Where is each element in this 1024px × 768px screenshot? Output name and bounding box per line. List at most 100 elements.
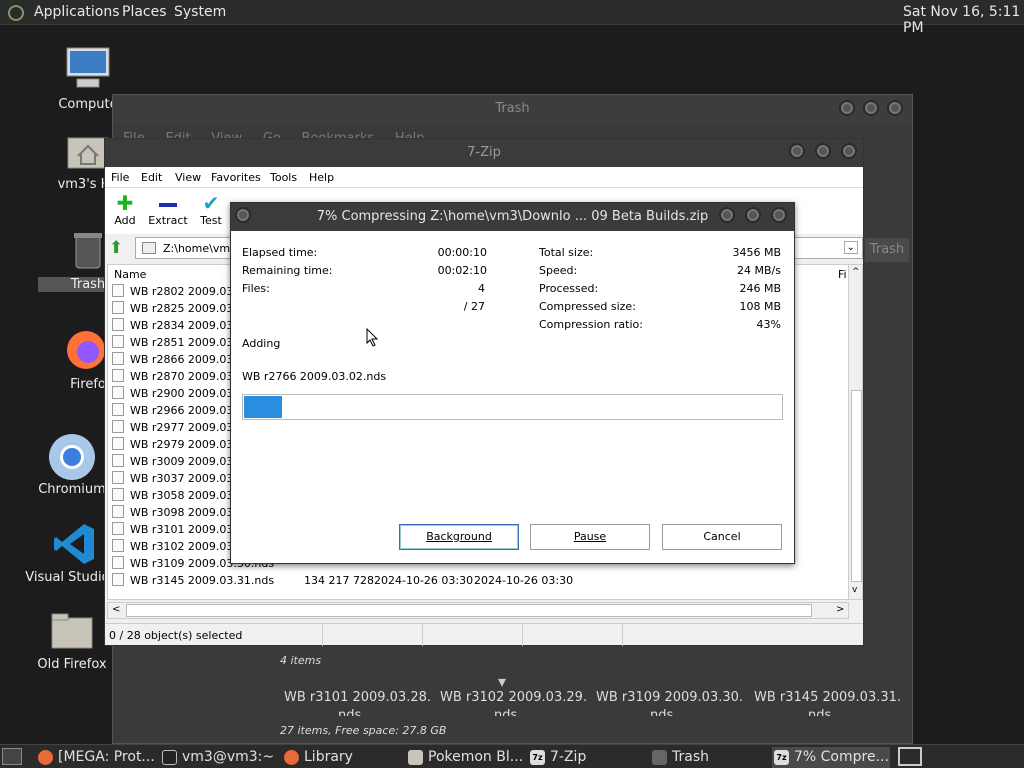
computer-icon bbox=[66, 47, 110, 88]
progress-bar bbox=[242, 394, 783, 420]
status-cell bbox=[523, 624, 623, 646]
column-right[interactable]: Fi bbox=[838, 268, 847, 281]
ratio-label: Compression ratio: bbox=[539, 318, 643, 331]
maximize-button[interactable] bbox=[815, 143, 831, 159]
task-library[interactable]: Library bbox=[282, 747, 392, 768]
minimize-button[interactable] bbox=[789, 143, 805, 159]
menu-help[interactable]: Help bbox=[309, 171, 334, 184]
progress-dialog: 7% Compressing Z:\home\vm3\Downlo ... 09… bbox=[230, 202, 795, 564]
file-icon bbox=[112, 335, 124, 348]
zip-title-bar[interactable]: 7-Zip bbox=[105, 139, 863, 167]
file-icon bbox=[112, 352, 124, 365]
task-trash[interactable]: Trash bbox=[650, 747, 762, 768]
remaining-label: Remaining time: bbox=[242, 264, 333, 277]
total-size-label: Total size: bbox=[539, 246, 594, 259]
row-modified: 2024-10-26 03:30 bbox=[374, 574, 474, 587]
table-row[interactable]: WB r3145 2009.03.31.nds bbox=[112, 573, 274, 590]
trash-title-bar[interactable]: Trash bbox=[113, 95, 912, 123]
7zip-icon: 7z bbox=[530, 750, 545, 765]
column-name[interactable]: Name bbox=[114, 268, 146, 281]
task-terminal[interactable]: vm3@vm3:~ bbox=[160, 747, 274, 768]
show-desktop-icon[interactable] bbox=[2, 748, 22, 765]
menu-places[interactable]: Places bbox=[122, 4, 167, 20]
menu-applications[interactable]: Applications bbox=[34, 4, 120, 20]
distro-logo-icon[interactable] bbox=[8, 5, 24, 21]
add-button[interactable]: ✚ Add bbox=[103, 192, 147, 227]
dialog-title: 7% Compressing Z:\home\vm3\Downlo ... 09… bbox=[316, 209, 709, 224]
file-icon bbox=[112, 369, 124, 382]
file-icon bbox=[112, 386, 124, 399]
check-icon: ✔ bbox=[202, 191, 220, 215]
terminal-icon bbox=[162, 750, 177, 765]
file-name: WB r3145 2009.03.31.nds bbox=[130, 574, 275, 587]
close-button[interactable] bbox=[771, 207, 787, 223]
menu-system[interactable]: System bbox=[174, 4, 226, 20]
menu-favorites[interactable]: Favorites bbox=[211, 171, 261, 184]
chevron-down-icon[interactable]: ⌄ bbox=[843, 241, 858, 254]
menu-tools[interactable]: Tools bbox=[270, 171, 297, 184]
minimize-button[interactable] bbox=[839, 100, 855, 116]
close-button[interactable] bbox=[887, 100, 903, 116]
trash-icon bbox=[652, 750, 667, 765]
trash-location-button[interactable]: Trash bbox=[865, 238, 909, 262]
chevron-left-icon[interactable]: < bbox=[112, 604, 120, 615]
task-progress[interactable]: 7z 7% Compre... bbox=[772, 747, 890, 768]
window-menu-button[interactable] bbox=[235, 207, 251, 223]
row-size: 134 217 728 bbox=[304, 574, 374, 587]
pause-button[interactable]: Pause bbox=[530, 524, 650, 550]
trash-item-1[interactable]: WB r3101 2009.03.28. bbox=[284, 690, 431, 705]
horizontal-scrollbar[interactable]: < > bbox=[107, 602, 849, 619]
menu-view[interactable]: View bbox=[175, 171, 201, 184]
file-icon bbox=[112, 301, 124, 314]
maximize-button[interactable] bbox=[863, 100, 879, 116]
chevron-up-icon[interactable]: ^ bbox=[852, 267, 860, 277]
file-icon bbox=[112, 522, 124, 535]
row-created: 2024-10-26 03:30 bbox=[474, 574, 574, 587]
chevron-down-icon[interactable]: v bbox=[852, 585, 857, 595]
trash-item-2[interactable]: WB r3102 2009.03.29. bbox=[440, 690, 587, 705]
extract-button[interactable]: Extract bbox=[146, 192, 190, 227]
cancel-button[interactable]: Cancel bbox=[662, 524, 782, 550]
minimize-button[interactable] bbox=[719, 207, 735, 223]
scroll-thumb[interactable] bbox=[851, 390, 862, 582]
task-pokemon[interactable]: Pokemon Bl... bbox=[406, 747, 523, 768]
menu-file[interactable]: File bbox=[111, 171, 129, 184]
trash-item-4[interactable]: WB r3145 2009.03.31. bbox=[754, 690, 901, 705]
background-button[interactable]: Background bbox=[399, 524, 519, 550]
zip-menubar: File Edit View Favorites Tools Help bbox=[105, 167, 863, 188]
file-icon bbox=[112, 539, 124, 552]
menu-edit[interactable]: Edit bbox=[141, 171, 162, 184]
total-size-value: 3456 MB bbox=[732, 246, 781, 259]
chevron-right-icon[interactable]: > bbox=[836, 604, 844, 615]
address-text: Z:\home\vm3 bbox=[163, 242, 238, 255]
files-label: Files: bbox=[242, 282, 270, 295]
workspace-switcher[interactable] bbox=[898, 747, 922, 766]
task-mega[interactable]: [MEGA: Prot... bbox=[36, 747, 155, 768]
status-cell bbox=[423, 624, 523, 646]
plus-icon: ✚ bbox=[116, 191, 134, 215]
up-arrow-icon[interactable]: ⬆ bbox=[109, 238, 123, 258]
vscode-icon bbox=[54, 524, 94, 564]
files-total: / 27 bbox=[463, 300, 485, 313]
firefox-icon bbox=[67, 331, 105, 369]
vertical-scrollbar[interactable]: ^ v bbox=[848, 265, 862, 599]
files-value: 4 bbox=[478, 282, 485, 295]
speed-label: Speed: bbox=[539, 264, 578, 277]
test-button[interactable]: ✔ Test bbox=[189, 192, 233, 227]
trash-item-2-ext: nds bbox=[494, 708, 518, 716]
folder-icon bbox=[142, 242, 156, 254]
file-icon bbox=[112, 437, 124, 450]
trash-item-3[interactable]: WB r3109 2009.03.30. bbox=[596, 690, 743, 705]
firefox-icon bbox=[284, 750, 299, 765]
clock[interactable]: Sat Nov 16, 5:11 PM bbox=[903, 4, 1024, 36]
status-bar: 0 / 28 object(s) selected bbox=[105, 623, 863, 646]
maximize-button[interactable] bbox=[745, 207, 761, 223]
dialog-title-bar[interactable]: 7% Compressing Z:\home\vm3\Downlo ... 09… bbox=[231, 203, 794, 231]
task-7zip[interactable]: 7z 7-Zip bbox=[528, 747, 638, 768]
hscroll-thumb[interactable] bbox=[126, 604, 812, 617]
file-icon bbox=[112, 505, 124, 518]
minus-icon bbox=[146, 192, 190, 214]
compressed-size-label: Compressed size: bbox=[539, 300, 636, 313]
close-button[interactable] bbox=[841, 143, 857, 159]
status-cell bbox=[323, 624, 423, 646]
